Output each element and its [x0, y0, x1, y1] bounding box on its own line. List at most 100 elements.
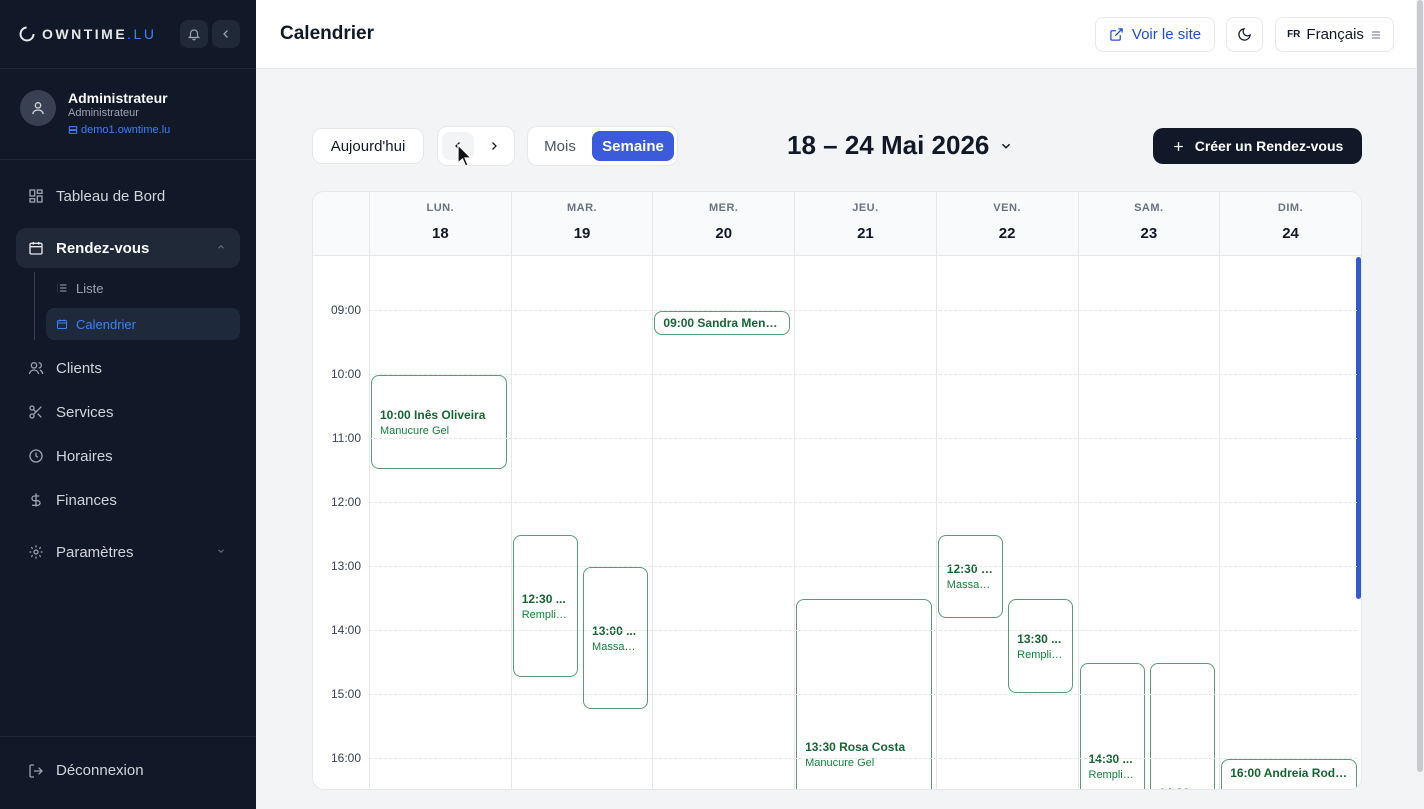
day-number: 20 [715, 225, 733, 242]
appointment-event[interactable]: 10:00 Inês Oliveira Manucure Gel [371, 375, 507, 469]
nav-appointments-list[interactable]: Liste [46, 272, 240, 304]
user-icon [32, 102, 44, 115]
date-range-picker[interactable]: 18 – 24 Mai 2026 [787, 130, 1013, 161]
day-header[interactable]: LUN. 18 [369, 192, 511, 256]
day-header[interactable]: DIM. 24 [1219, 192, 1361, 256]
hour-label: 12:00 [330, 495, 361, 509]
hour-label: 10:00 [330, 367, 361, 381]
calendar-icon [57, 319, 67, 329]
dollar-icon [31, 493, 41, 507]
hour-line [369, 566, 1357, 567]
day-header[interactable]: MER. 20 [652, 192, 794, 256]
appointment-event[interactable]: 14:30 ... Remplis... [1079, 663, 1145, 789]
moon-icon [1238, 28, 1251, 41]
nav-appointments-calendar[interactable]: Calendrier [46, 308, 240, 340]
calendar-icon [29, 242, 43, 255]
notifications-button[interactable] [180, 20, 208, 48]
appointment-service: Massag... [592, 640, 640, 653]
gear-icon [29, 545, 43, 559]
appointment-event[interactable]: 16:00 Andreia Rodri... [1221, 759, 1357, 789]
day-header[interactable]: JEU. 21 [794, 192, 936, 256]
day-number: 19 [573, 225, 591, 242]
day-header[interactable]: MAR. 19 [510, 192, 653, 256]
nav-clients[interactable]: Clients [16, 348, 240, 388]
appointment-service: Massag... [946, 579, 995, 592]
create-appointment-button[interactable]: Créer un Rendez-vous [1153, 128, 1362, 164]
hour-line [369, 374, 1357, 375]
brand-name: OWNTIME.LU [42, 26, 157, 42]
day-name: DIM. [1277, 202, 1304, 214]
today-button[interactable]: Aujourd'hui [312, 128, 424, 164]
hour-label: 13:00 [330, 559, 361, 573]
day-column-line [652, 256, 654, 789]
appointment-title: 12:30 I... [946, 562, 995, 577]
hour-label: 11:00 [331, 431, 361, 445]
day-column-line [369, 256, 370, 789]
user-name: Administrateur [68, 90, 168, 106]
sidebar: OWNTIME.LU Administrateur Administrateur… [0, 0, 256, 809]
nav-finances[interactable]: Finances [16, 480, 240, 520]
user-profile[interactable]: Administrateur Administrateur demo1.ownt… [20, 90, 170, 138]
appointment-event[interactable]: 12:30 I... Massag... [937, 535, 1004, 619]
nav-services[interactable]: Services [16, 392, 240, 432]
day-column-line [1077, 256, 1079, 789]
bell-icon [187, 29, 201, 41]
appointment-title: 09:00 Sandra Mend... [663, 315, 782, 330]
appointment-event[interactable]: 13:00 ... Massag... [583, 567, 649, 709]
week-view-button[interactable]: Semaine [592, 131, 674, 161]
logout-button[interactable]: Déconnexion [28, 762, 144, 779]
collapse-sidebar-button[interactable] [212, 20, 240, 48]
day-name: LUN. [426, 202, 455, 214]
chevron-down-icon [218, 549, 224, 553]
user-site-link[interactable]: demo1.owntime.lu [68, 122, 170, 138]
external-link-icon [1110, 28, 1123, 41]
appointment-event[interactable]: 14:30 ... [1149, 663, 1216, 789]
day-header[interactable]: SAM. 23 [1077, 192, 1220, 256]
calendar-scrollbar[interactable] [1356, 257, 1361, 599]
appointment-event[interactable]: 12:30 ... Remplis... [512, 535, 579, 677]
month-view-button[interactable]: Mois [534, 131, 586, 161]
divider [0, 159, 256, 160]
language-code: FR [1287, 29, 1301, 40]
day-name: SAM. [1134, 202, 1164, 214]
day-name: MER. [708, 202, 739, 214]
day-header[interactable]: VEN. 22 [935, 192, 1078, 256]
brand-logo[interactable]: OWNTIME.LU [18, 24, 156, 44]
dashboard-icon [29, 189, 43, 203]
nav-dashboard[interactable]: Tableau de Bord [16, 176, 240, 216]
nav-appointments[interactable]: Rendez-vous [16, 228, 240, 268]
view-site-button[interactable]: Voir le site [1095, 17, 1215, 52]
logout-icon [29, 763, 43, 778]
day-name: MAR. [566, 202, 598, 214]
appointment-event[interactable]: 09:00 Sandra Mend... [654, 311, 791, 335]
day-name: JEU. [852, 202, 879, 214]
appointment-event[interactable]: 13:30 ... Remplis... [1008, 599, 1074, 693]
list-icon [57, 284, 67, 292]
next-week-button[interactable] [478, 132, 510, 160]
chevron-left-icon [223, 30, 228, 38]
day-column-line [935, 256, 937, 789]
nav-settings[interactable]: Paramètres [16, 532, 240, 572]
scrollbar-thumb[interactable] [1417, 0, 1423, 772]
clock-icon [29, 449, 43, 463]
scissors-icon [29, 405, 42, 419]
calendar-grid[interactable]: 09:00 Sandra Mend... 10:00 Inês Oliveira M… [313, 256, 1361, 789]
nav-hours[interactable]: Horaires [16, 436, 240, 476]
hour-label: 16:00 [330, 751, 361, 765]
view-mode-toggle: Mois Semaine [527, 126, 678, 166]
week-nav-group [437, 126, 515, 167]
theme-toggle-button[interactable] [1226, 17, 1263, 52]
appointment-service: Remplis... [521, 608, 570, 621]
appointment-service: Manucure Gel [380, 424, 450, 437]
users-icon [28, 362, 44, 375]
appointment-title: 16:00 Andreia Rodri... [1230, 766, 1348, 780]
submenu-line [34, 272, 35, 340]
appointment-title: 13:30 Rosa Costa [805, 740, 906, 754]
divider [0, 68, 256, 69]
day-column-line [510, 256, 512, 789]
server-icon [68, 126, 78, 134]
page-scrollbar[interactable] [1416, 0, 1424, 809]
hour-label: 15:00 [330, 687, 361, 701]
language-selector[interactable]: FR Français [1275, 17, 1394, 52]
day-column-line [794, 256, 796, 789]
